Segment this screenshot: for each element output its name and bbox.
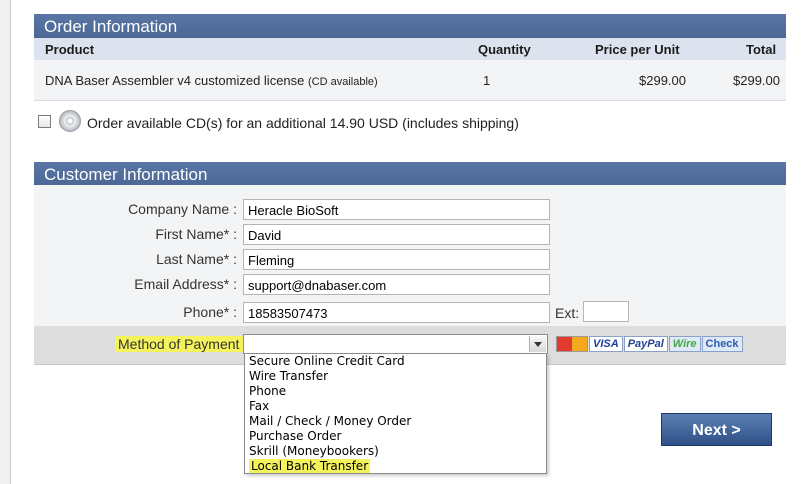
cd-option-label: Order available CD(s) for an additional … [87,115,519,131]
company-label: Company Name : [128,201,237,217]
order-table-header: Product Quantity Price per Unit Total [34,38,786,60]
list-item[interactable]: Purchase Order [245,429,546,444]
next-button[interactable]: Next > [661,413,772,446]
left-page-border [0,0,11,484]
check-logo: Check [701,336,743,352]
order-section-header: Order Information [34,14,786,38]
first-name-field[interactable]: David [243,224,550,245]
company-field[interactable]: Heracle BioSoft [243,199,550,220]
list-item[interactable]: Mail / Check / Money Order [245,414,546,429]
price-value: $299.00 [639,73,686,88]
list-item-label: Local Bank Transfer [249,459,371,473]
payment-label: Method of Payment : [115,336,251,352]
customer-section-header: Customer Information [34,162,786,186]
list-item[interactable]: Skrill (Moneybookers) [245,444,546,459]
ext-label: Ext: [555,305,580,321]
wire-logo: Wire [668,336,701,352]
ext-field[interactable] [583,301,629,322]
column-price: Price per Unit [595,42,680,57]
column-product: Product [45,42,95,57]
email-field[interactable]: support@dnabaser.com [243,274,550,295]
cd-disc-icon [59,110,81,132]
paypal-logo: PayPal [623,336,668,352]
list-item[interactable]: Phone [245,384,546,399]
phone-field[interactable]: 18583507473 [243,302,550,323]
list-item[interactable]: Wire Transfer [245,369,546,384]
last-name-field[interactable]: Fleming [243,249,550,270]
column-total: Total [746,42,777,57]
product-label: DNA Baser Assembler v4 customized licens… [45,73,305,88]
payment-label-text: Method of Payment : [115,336,251,352]
payment-logos: VISA PayPal Wire Check [556,336,743,352]
cd-checkbox[interactable] [38,115,51,128]
product-name: DNA Baser Assembler v4 customized licens… [45,73,378,88]
list-item[interactable]: Fax [245,399,546,414]
chevron-down-icon[interactable] [529,336,546,352]
quantity-value: 1 [483,73,491,88]
visa-logo: VISA [589,336,623,352]
payment-dropdown-list: Secure Online Credit Card Wire Transfer … [244,353,547,474]
email-label: Email Address* : [134,276,237,292]
payment-method-select[interactable] [243,334,548,354]
product-note: (CD available) [308,76,378,88]
column-quantity: Quantity [478,42,531,57]
mastercard-icon [556,336,588,352]
total-value: $299.00 [733,73,780,88]
list-item-local-bank-transfer[interactable]: Local Bank Transfer [245,459,546,474]
last-name-label: Last Name* : [156,251,237,267]
table-row: DNA Baser Assembler v4 customized licens… [34,60,786,101]
list-item[interactable]: Secure Online Credit Card [245,354,546,369]
first-name-label: First Name* : [155,226,237,242]
phone-label: Phone* : [183,304,237,320]
